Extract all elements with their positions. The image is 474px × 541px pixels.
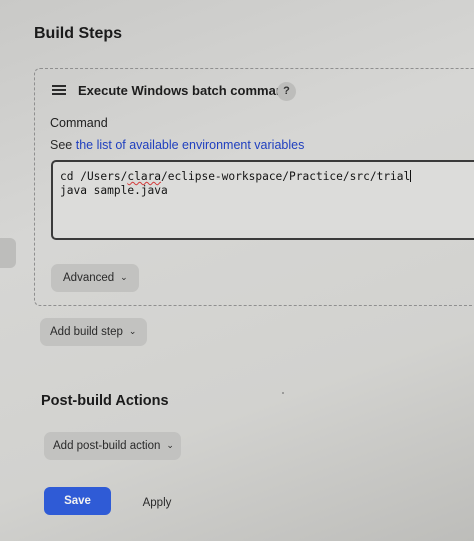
add-build-step-label: Add build step — [50, 326, 123, 338]
command-line-1: cd /Users/clara/eclipse-workspace/Practi… — [60, 170, 412, 183]
chevron-down-icon: ⌄ — [166, 440, 174, 450]
build-step-title: Execute Windows batch command — [78, 83, 292, 98]
env-vars-hint: See the list of available environment va… — [50, 138, 304, 152]
advanced-label: Advanced — [63, 272, 115, 284]
post-build-actions-title: Post-build Actions — [41, 393, 169, 409]
chevron-down-icon: ⌄ — [128, 326, 137, 336]
text-caret — [410, 170, 412, 182]
hamburger-icon[interactable] — [52, 85, 66, 95]
command-label: Command — [50, 116, 108, 130]
chevron-down-icon: ⌄ — [120, 272, 128, 282]
side-panel-tab — [0, 238, 16, 268]
question-icon[interactable]: ? — [277, 82, 296, 101]
add-post-build-action-label: Add post-build action — [53, 440, 161, 452]
env-vars-link[interactable]: the list of available environment variab… — [76, 138, 305, 152]
screen-speck — [282, 392, 284, 394]
command-textarea[interactable]: cd /Users/clara/eclipse-workspace/Practi… — [51, 160, 474, 240]
add-post-build-action-button[interactable]: Add post-build action ⌄ — [44, 432, 181, 460]
save-button[interactable]: Save — [44, 487, 111, 515]
add-build-step-button[interactable]: Add build step ⌄ — [40, 318, 147, 346]
spellcheck-word: clara — [127, 170, 162, 183]
env-vars-prefix: See — [50, 138, 73, 152]
command-text: cd /Users/clara/eclipse-workspace/Practi… — [53, 162, 474, 198]
build-steps-title: Build Steps — [34, 25, 123, 42]
command-line-2: java sample.java — [60, 184, 168, 197]
apply-button[interactable]: Apply — [126, 489, 188, 517]
advanced-button[interactable]: Advanced ⌄ — [51, 264, 139, 292]
